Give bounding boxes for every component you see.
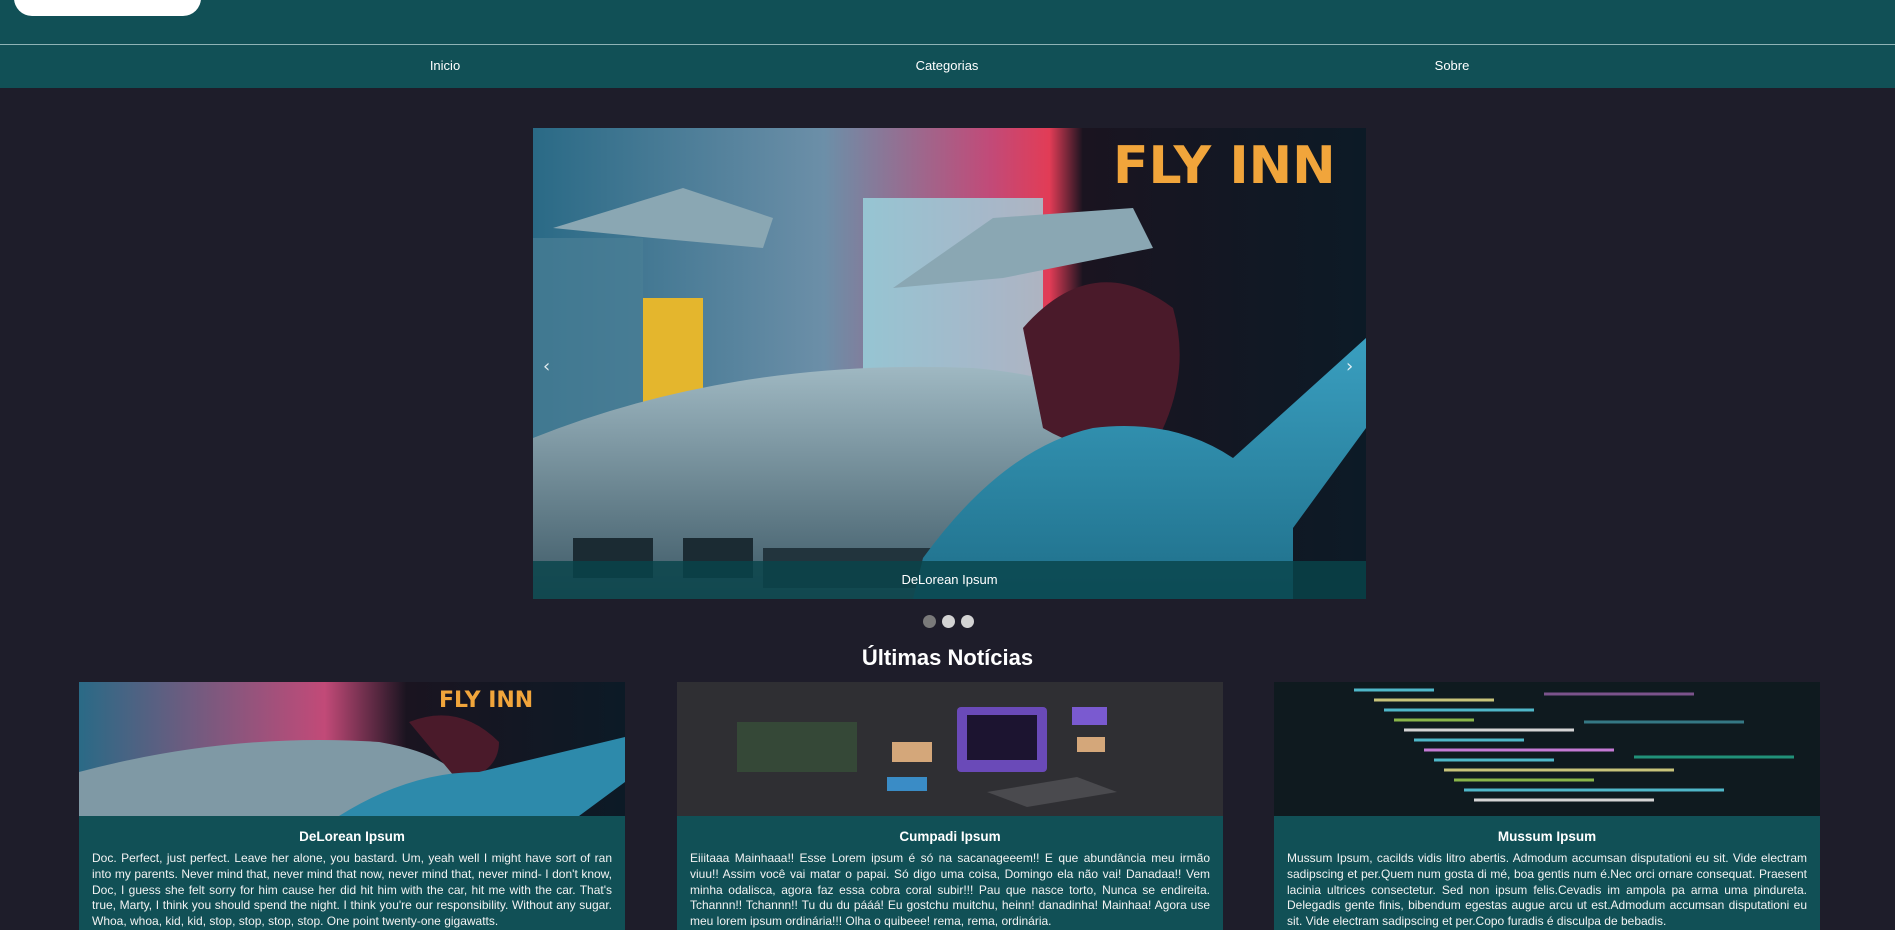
top-header <box>0 0 1895 44</box>
svg-text:FLY INN: FLY INN <box>1113 136 1336 196</box>
carousel-caption: DeLorean Ipsum <box>533 561 1366 599</box>
chevron-left-icon[interactable]: ‹ <box>543 356 550 377</box>
card-title: Mussum Ipsum <box>1497 829 1597 844</box>
main-nav: Inicio Categorias Sobre <box>0 45 1895 88</box>
carousel-dot-1[interactable] <box>923 615 936 628</box>
nav-link-inicio[interactable]: Inicio <box>430 58 460 73</box>
card-image <box>677 682 1223 816</box>
card-image: FLY INN <box>79 682 625 816</box>
card-text: Eiiitaaa Mainhaaa!! Esse Lorem ipsum é s… <box>690 851 1210 929</box>
card-text: Mussum Ipsum, cacilds vidis litro aberti… <box>1287 851 1807 929</box>
svg-text:FLY INN: FLY INN <box>439 688 533 713</box>
carousel-dot-2[interactable] <box>942 615 955 628</box>
chevron-right-icon[interactable]: › <box>1346 356 1353 377</box>
news-card[interactable]: Cumpadi Ipsum Eiiitaaa Mainhaaa!! Esse L… <box>677 682 1223 930</box>
carousel-slide-image: FLY INN <box>533 128 1366 599</box>
logo[interactable] <box>14 0 201 16</box>
card-title: Cumpadi Ipsum <box>899 829 1001 844</box>
card-image <box>1274 682 1820 816</box>
news-card[interactable]: Mussum Ipsum Mussum Ipsum, cacilds vidis… <box>1274 682 1820 930</box>
hero-carousel: FLY INN ‹ › DeLorean Ipsum <box>533 128 1366 599</box>
carousel-dot-3[interactable] <box>961 615 974 628</box>
nav-link-categorias[interactable]: Categorias <box>916 58 979 73</box>
card-title: DeLorean Ipsum <box>299 829 405 844</box>
section-title: Últimas Notícias <box>861 645 1034 670</box>
card-text: Doc. Perfect, just perfect. Leave her al… <box>92 851 612 929</box>
news-card[interactable]: FLY INN DeLorean Ipsum Doc. Perfect, jus… <box>79 682 625 930</box>
nav-link-sobre[interactable]: Sobre <box>1435 58 1470 73</box>
carousel-indicators <box>923 615 974 628</box>
